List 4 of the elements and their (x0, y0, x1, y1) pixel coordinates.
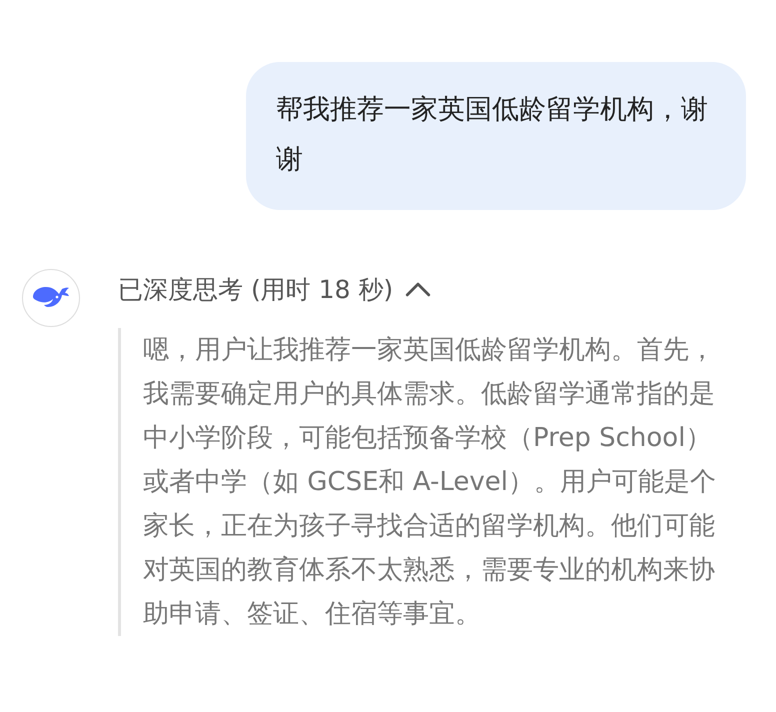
thinking-header: 已深度思考 (用时 18 秒) (118, 274, 394, 306)
thinking-toggle[interactable]: 已深度思考 (用时 18 秒) (118, 270, 432, 308)
thinking-text: 嗯，用户让我推荐一家英国低龄留学机构。首先，我需要确定用户的具体需求。低龄留学通常指的是中小学阶段，可能包括预备学校（Prep School）或者中学（如 GCSE和 A-Level）。用户可能是个家长，正在为孩子寻找合适的留学机构。他们可能对英国的教育体系不太熟悉，需要专业的机构来协助申请、签证、住宿等事宜。 (143, 334, 717, 631)
user-message: 帮我推荐一家英国低龄留学机构，谢谢 (246, 62, 746, 210)
